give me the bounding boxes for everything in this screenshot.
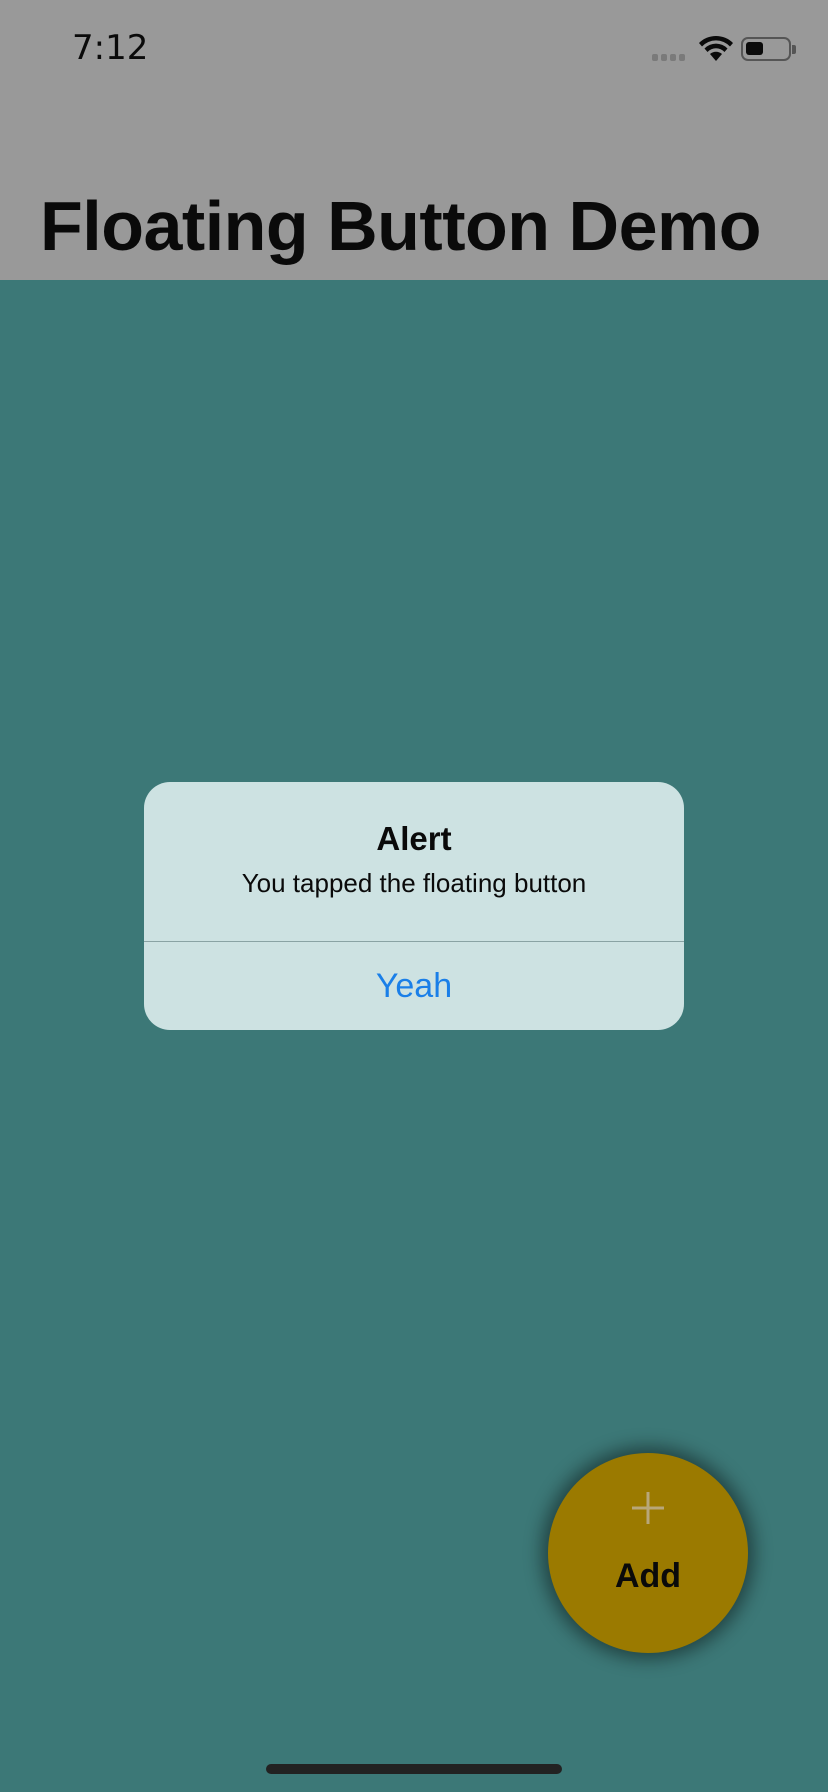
- battery-tip: [792, 45, 796, 54]
- cellular-signal-icon: [652, 54, 685, 61]
- floating-add-button[interactable]: Add: [548, 1453, 748, 1653]
- alert-confirm-button[interactable]: Yeah: [144, 942, 684, 1030]
- plus-icon: [632, 1492, 664, 1524]
- status-time: 7:12: [72, 28, 149, 68]
- navigation-bar: 7:12 Floating Button Demo: [0, 0, 828, 280]
- wifi-icon: [699, 35, 733, 61]
- screen: 7:12 Floating Button Demo Alert You tapp…: [0, 0, 828, 1792]
- alert-title: Alert: [376, 820, 452, 857]
- alert-message: You tapped the floating button: [241, 868, 587, 898]
- page-title: Floating Button Demo: [40, 187, 762, 265]
- alert-dialog: Alert You tapped the floating button Yea…: [144, 782, 684, 1030]
- fab-label: Add: [614, 1557, 682, 1595]
- home-indicator[interactable]: [266, 1764, 562, 1774]
- battery-icon: [741, 37, 791, 61]
